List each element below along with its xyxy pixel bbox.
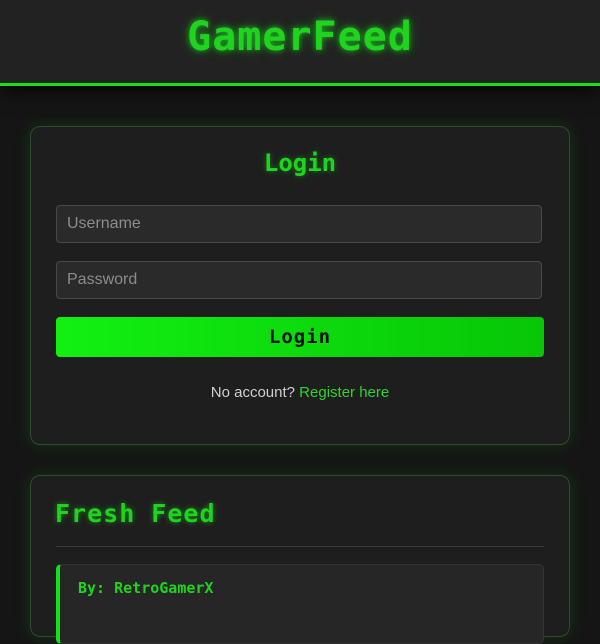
site-logo: GamerFeed [187,14,413,60]
register-link[interactable]: Register here [299,384,389,401]
login-button[interactable]: Login [56,317,544,357]
site-header: GamerFeed [0,0,600,86]
register-prompt-line: No account? Register here [31,384,569,401]
post-author: By: RetroGamerX [78,579,214,597]
username-input[interactable] [56,205,542,243]
feed-divider [56,546,544,547]
feed-post[interactable]: By: RetroGamerX [56,564,544,644]
feed-title: Fresh Feed [55,499,216,528]
register-prompt-text: No account? [210,384,295,401]
feed-card: Fresh Feed By: RetroGamerX [30,475,570,644]
login-title: Login [263,149,337,177]
login-card: Login Login No account? Register here [30,126,570,445]
password-input[interactable] [56,261,542,299]
